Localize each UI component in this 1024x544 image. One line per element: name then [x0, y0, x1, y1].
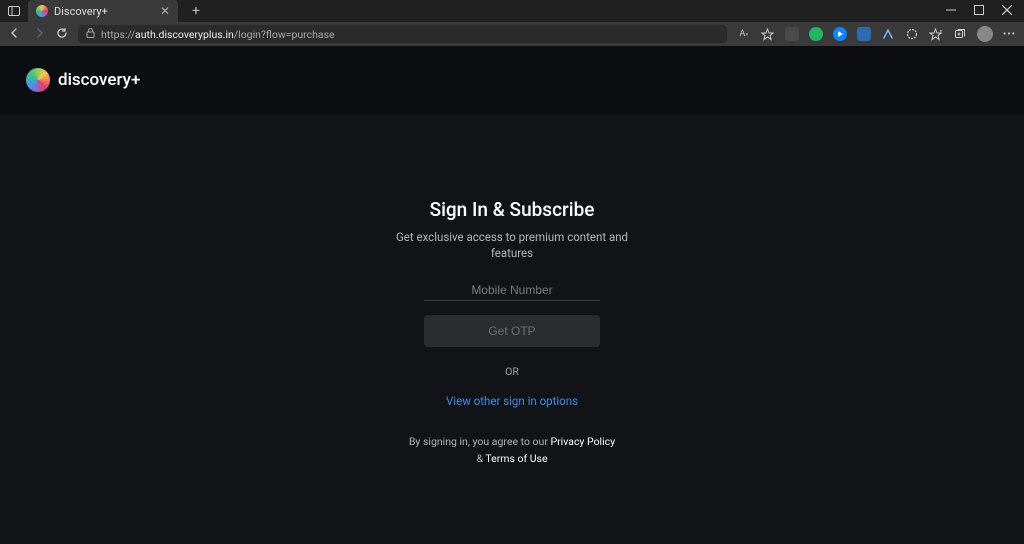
site-logo[interactable]: discovery+: [26, 68, 140, 92]
reader-icon[interactable]: A»: [737, 27, 751, 41]
toolbar: https://auth.discoveryplus.in/login?flow…: [0, 22, 1024, 46]
back-button[interactable]: [8, 27, 22, 42]
signin-title: Sign In & Subscribe: [352, 198, 672, 221]
extension-icon-1[interactable]: [785, 27, 799, 41]
collections-icon[interactable]: [953, 27, 967, 41]
window-minimize-button[interactable]: [944, 4, 958, 18]
profile-avatar[interactable]: [977, 26, 993, 42]
new-tab-button[interactable]: +: [184, 3, 208, 19]
more-menu-icon[interactable]: •••: [1003, 29, 1016, 40]
tab-close-icon[interactable]: ✕: [160, 5, 170, 17]
window-maximize-button[interactable]: [972, 4, 986, 18]
favorite-icon[interactable]: [761, 27, 775, 41]
favorites-bar-icon[interactable]: [929, 27, 943, 41]
mobile-number-input[interactable]: [424, 279, 600, 301]
url-host: auth.discoveryplus.in: [135, 28, 234, 41]
extension-icon-5[interactable]: [881, 27, 895, 41]
extension-icon-2[interactable]: [809, 27, 823, 41]
get-otp-button[interactable]: Get OTP: [424, 315, 600, 347]
toolbar-right: A» •••: [737, 26, 1016, 42]
legal-prefix: By signing in, you agree to our: [409, 435, 551, 448]
page-content: discovery+ Sign In & Subscribe Get exclu…: [0, 46, 1024, 544]
terms-of-use-link[interactable]: Terms of Use: [485, 452, 547, 465]
address-bar[interactable]: https://auth.discoveryplus.in/login?flow…: [78, 25, 727, 43]
browser-tab[interactable]: Discovery+ ✕: [28, 0, 178, 22]
signin-panel: Sign In & Subscribe Get exclusive access…: [352, 198, 672, 468]
lock-icon: [86, 28, 95, 41]
legal-text: By signing in, you agree to our Privacy …: [352, 434, 672, 468]
browser-chrome: Discovery+ ✕ +: [0, 0, 1024, 46]
other-signin-link[interactable]: View other sign in options: [352, 394, 672, 408]
or-separator: OR: [352, 365, 672, 378]
url-prefix: https://: [101, 28, 135, 41]
logo-icon: [26, 68, 50, 92]
tab-title: Discovery+: [54, 5, 154, 18]
extension-icon-3[interactable]: [833, 27, 847, 41]
extension-icon-6[interactable]: [905, 27, 919, 41]
reload-button[interactable]: [56, 27, 68, 42]
url-path: /login?flow=purchase: [234, 28, 335, 41]
privacy-policy-link[interactable]: Privacy Policy: [550, 435, 615, 448]
forward-button: [32, 27, 46, 42]
tab-favicon: [36, 5, 48, 17]
signin-subtitle: Get exclusive access to premium content …: [352, 229, 672, 261]
extension-icon-4[interactable]: [857, 27, 871, 41]
tab-actions-icon[interactable]: [6, 3, 22, 19]
logo-text: discovery+: [58, 70, 140, 90]
url-text: https://auth.discoveryplus.in/login?flow…: [101, 28, 335, 41]
tab-bar: Discovery+ ✕ +: [0, 0, 1024, 22]
site-header: discovery+: [0, 46, 1024, 114]
window-close-button[interactable]: [1000, 4, 1014, 18]
